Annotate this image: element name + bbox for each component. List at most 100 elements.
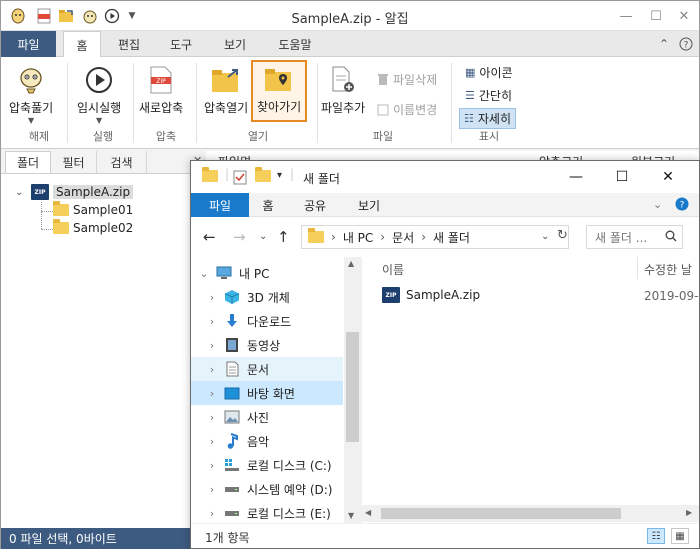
- new-compress-button[interactable]: ZIP 새로압축: [139, 65, 183, 116]
- extract-dropdown-icon[interactable]: ▼: [28, 116, 34, 125]
- tree-collapse-icon[interactable]: ⌄: [15, 187, 23, 198]
- collapse-ribbon-icon[interactable]: ⌃: [655, 35, 673, 53]
- column-header-name[interactable]: 이름: [382, 261, 404, 278]
- quick-access-dropdown-icon[interactable]: ▾: [277, 170, 282, 181]
- music-icon: [223, 433, 241, 449]
- collapsed-chevron-icon[interactable]: ›: [205, 507, 219, 520]
- expand-ribbon-icon[interactable]: ⌄: [653, 198, 662, 211]
- zip-file-icon: ZIP: [145, 65, 177, 95]
- collapsed-chevron-icon[interactable]: ›: [205, 483, 219, 496]
- view-detail-button[interactable]: ☷ 자세히: [459, 108, 516, 129]
- extract-button[interactable]: 압축풀기 ▼: [9, 65, 53, 125]
- menu-tab-view[interactable]: 보기: [215, 31, 255, 57]
- scroll-up-icon[interactable]: ▲: [348, 259, 354, 268]
- address-dropdown-icon[interactable]: ⌄: [541, 231, 549, 242]
- scroll-right-icon[interactable]: ▶: [686, 508, 692, 517]
- column-header-modified[interactable]: 수정한 날: [644, 261, 692, 278]
- group-label-display: 표시: [478, 130, 500, 143]
- scrollbar-thumb[interactable]: [381, 508, 621, 519]
- details-view-button[interactable]: ☷: [647, 528, 665, 544]
- alzip-minimize-button[interactable]: —: [611, 5, 641, 27]
- nav-item-downloads[interactable]: › 다운로드: [191, 309, 343, 333]
- nav-item-local-disk-c[interactable]: › 로컬 디스크 (C:): [191, 453, 343, 477]
- add-file-button[interactable]: 파일추가: [321, 65, 365, 116]
- explorer-tab-share[interactable]: 공유: [295, 193, 335, 217]
- properties-quick-icon[interactable]: [233, 169, 247, 188]
- tab-folder[interactable]: 폴더: [5, 151, 51, 173]
- view-icons-button[interactable]: ▦ 아이콘: [461, 63, 517, 82]
- tree-item-sample01[interactable]: Sample01: [53, 201, 133, 217]
- temp-run-dropdown-icon[interactable]: ▼: [96, 116, 102, 125]
- nav-item-this-pc[interactable]: ⌄ 내 PC: [191, 261, 343, 285]
- menu-tab-help[interactable]: 도움말: [271, 31, 319, 57]
- nav-item-3d-objects[interactable]: › 3D 개체: [191, 285, 343, 309]
- file-list-horizontal-scrollbar[interactable]: ◀ ▶: [361, 505, 699, 522]
- nav-label: 동영상: [247, 338, 281, 353]
- collapsed-chevron-icon[interactable]: ›: [205, 291, 219, 304]
- delete-file-button[interactable]: 파일삭제: [377, 71, 437, 88]
- file-row[interactable]: ZIP SampleA.zip: [382, 287, 480, 303]
- scroll-left-icon[interactable]: ◀: [365, 508, 371, 517]
- navigation-scrollbar[interactable]: ▲ ▼: [344, 257, 361, 523]
- address-bar[interactable]: › 내 PC › 문서 › 새 폴더: [301, 225, 569, 249]
- alzip-maximize-button[interactable]: ☐: [641, 5, 671, 27]
- view-simple-button[interactable]: ☰ 간단히: [461, 86, 516, 105]
- back-arrow-icon[interactable]: ←: [203, 228, 216, 246]
- collapsed-chevron-icon[interactable]: ›: [205, 315, 219, 328]
- tree-root[interactable]: ZIP SampleA.zip: [31, 184, 134, 200]
- rename-button[interactable]: 이름변경: [377, 101, 437, 118]
- item-count: 1개 항목: [205, 531, 250, 545]
- scroll-down-icon[interactable]: ▼: [348, 511, 354, 520]
- collapsed-chevron-icon[interactable]: ›: [205, 435, 219, 448]
- nav-item-pictures[interactable]: › 사진: [191, 405, 343, 429]
- nav-item-local-disk-e[interactable]: › 로컬 디스크 (E:): [191, 501, 343, 523]
- explorer-maximize-button[interactable]: ☐: [599, 163, 645, 191]
- nav-item-videos[interactable]: › 동영상: [191, 333, 343, 357]
- menu-tab-file[interactable]: 파일: [1, 31, 56, 57]
- menu-tab-edit[interactable]: 편집: [109, 31, 149, 57]
- recent-locations-icon[interactable]: ⌄: [259, 231, 267, 242]
- collapsed-chevron-icon[interactable]: ›: [205, 387, 219, 400]
- expanded-chevron-icon[interactable]: ⌄: [197, 267, 211, 280]
- collapsed-chevron-icon[interactable]: ›: [205, 363, 219, 376]
- nav-item-music[interactable]: › 음악: [191, 429, 343, 453]
- scrollbar-thumb[interactable]: [346, 332, 359, 442]
- nav-item-system-reserved-d[interactable]: › 시스템 예약 (D:): [191, 477, 343, 501]
- goto-location-button[interactable]: 찾아가기: [251, 60, 308, 122]
- alzip-titlebar: ▼ SampleA.zip - 알집 — ☐ ✕: [1, 1, 699, 31]
- open-archive-button[interactable]: 압축열기: [204, 65, 248, 116]
- collapsed-chevron-icon[interactable]: ›: [205, 459, 219, 472]
- explorer-tab-file[interactable]: 파일: [191, 193, 249, 217]
- explorer-tab-home[interactable]: 홈: [253, 193, 283, 217]
- large-icons-view-button[interactable]: ▦: [671, 528, 689, 544]
- up-arrow-icon[interactable]: ↑: [277, 228, 290, 246]
- new-folder-quick-icon[interactable]: [255, 167, 271, 185]
- menu-tab-tools[interactable]: 도구: [161, 31, 201, 57]
- breadcrumb-this-pc[interactable]: 내 PC: [343, 229, 373, 246]
- view-icons-label: 아이콘: [479, 66, 513, 80]
- help-icon[interactable]: ?: [677, 35, 695, 53]
- tree-item-sample02[interactable]: Sample02: [53, 219, 133, 235]
- menu-tab-home[interactable]: 홈: [63, 31, 101, 58]
- tab-filter[interactable]: 필터: [51, 151, 97, 173]
- nav-item-desktop[interactable]: › 바탕 화면: [191, 381, 343, 405]
- explorer-minimize-button[interactable]: —: [553, 163, 599, 191]
- collapsed-chevron-icon[interactable]: ›: [205, 411, 219, 424]
- breadcrumb-documents[interactable]: 문서: [392, 229, 414, 246]
- temp-run-button[interactable]: 임시실행 ▼: [77, 65, 121, 125]
- nav-item-documents[interactable]: › 문서: [191, 357, 343, 381]
- breadcrumb-new-folder[interactable]: 새 폴더: [433, 229, 470, 246]
- add-file-icon: [327, 65, 359, 95]
- explorer-close-button[interactable]: ✕: [645, 163, 691, 191]
- forward-arrow-icon[interactable]: →: [233, 228, 246, 246]
- explorer-window: | ▾ | 새 폴더 — ☐ ✕ 파일 홈 공유 보기 ⌄ ? ← → ⌄ ↑ …: [190, 160, 700, 549]
- collapsed-chevron-icon[interactable]: ›: [205, 339, 219, 352]
- ribbon-separator: [67, 63, 68, 143]
- breadcrumb-separator: ›: [380, 230, 386, 244]
- alzip-close-button[interactable]: ✕: [669, 5, 699, 27]
- refresh-icon[interactable]: ↻: [557, 228, 568, 243]
- icons-view-icon: ▦: [465, 66, 476, 79]
- tab-search[interactable]: 검색: [97, 151, 147, 173]
- explorer-tab-view[interactable]: 보기: [349, 193, 389, 217]
- explorer-help-icon[interactable]: ?: [675, 197, 689, 214]
